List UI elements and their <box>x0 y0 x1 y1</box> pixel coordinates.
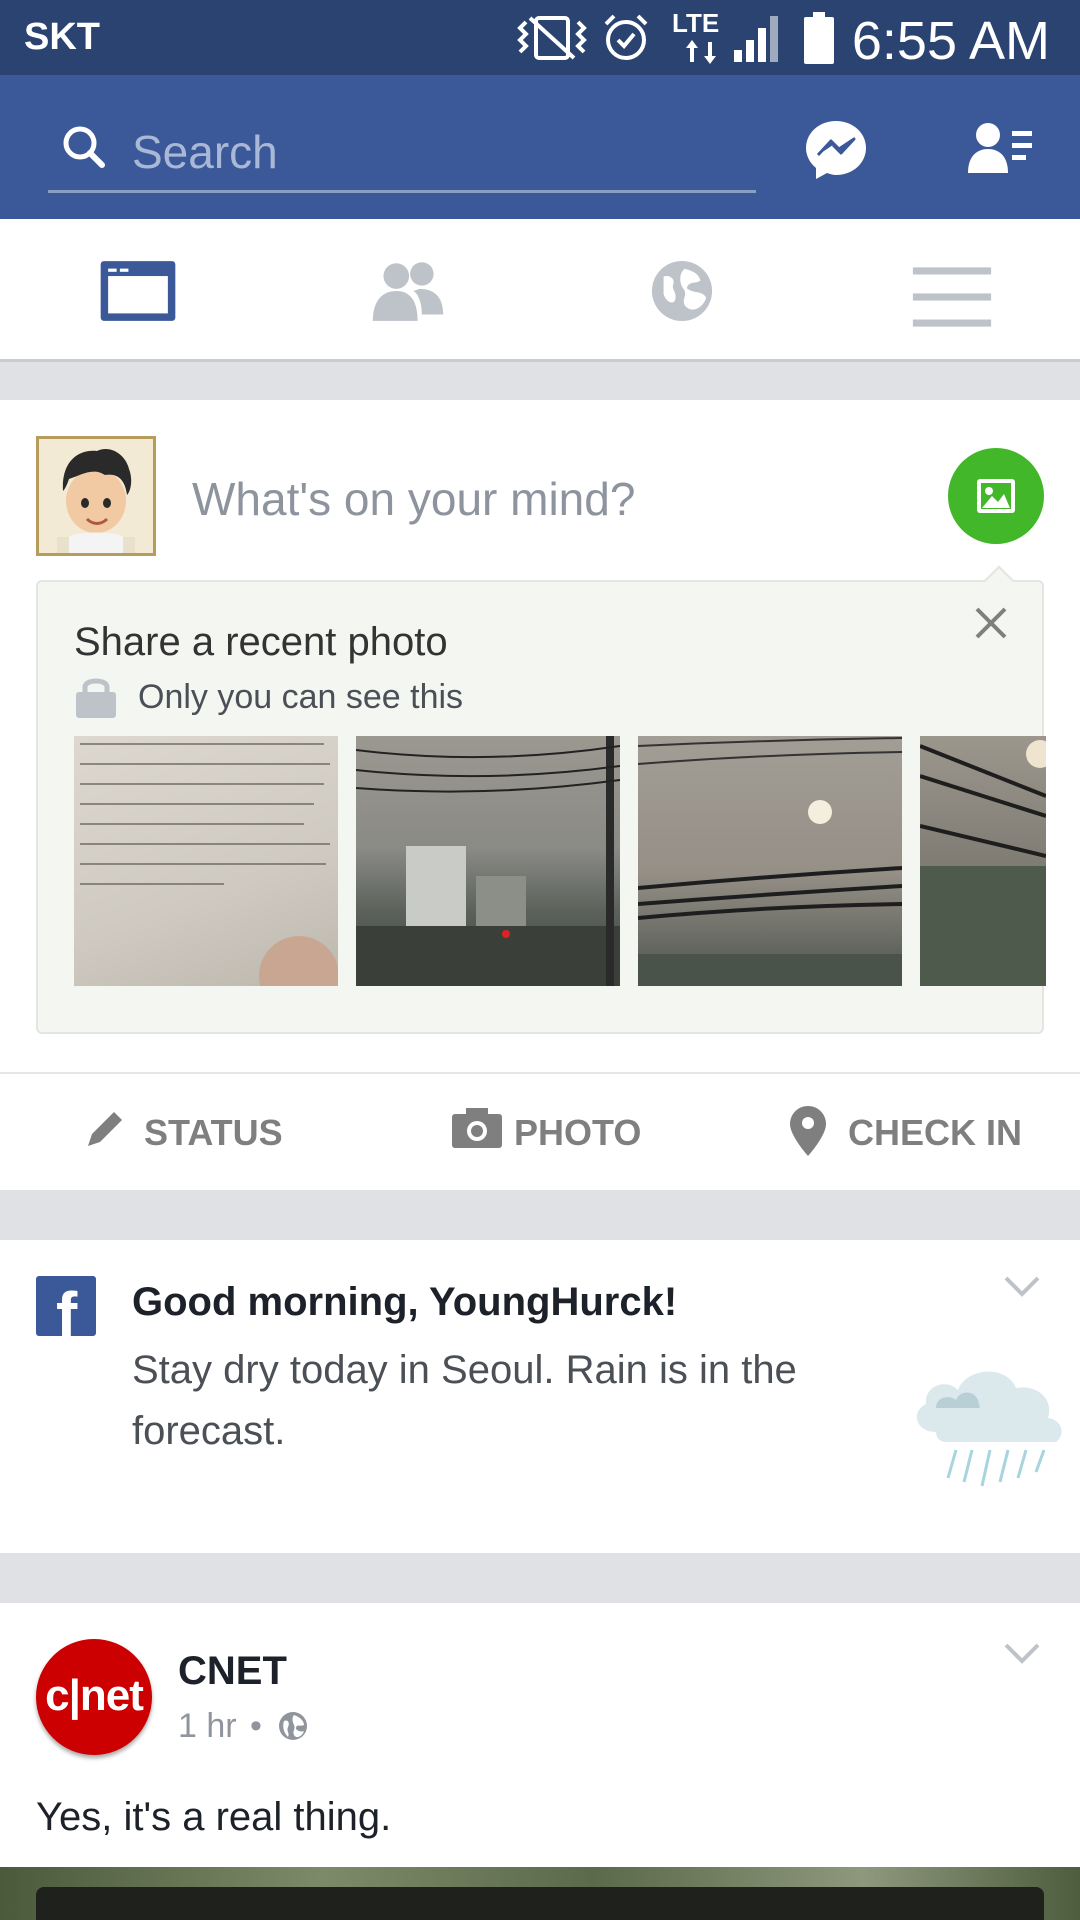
clock: 6:55 AM <box>851 11 1050 71</box>
privacy-label: Only you can see this <box>138 678 464 716</box>
image-icon <box>977 479 1015 513</box>
wires-photo <box>920 740 1046 986</box>
post-text: Yes, it's a real thing. <box>36 1795 392 1839</box>
composer-input[interactable]: What's on your mind? <box>192 472 635 526</box>
lock-icon <box>76 678 116 718</box>
tab-menu[interactable] <box>912 265 992 329</box>
close-icon[interactable] <box>974 606 1008 640</box>
avatar-cartoon-icon <box>39 439 153 553</box>
signal-icon <box>734 16 778 62</box>
tab-bar <box>0 219 1080 362</box>
facebook-logo-icon: f <box>36 1276 96 1336</box>
pencil-icon <box>88 1112 122 1146</box>
greeting-message: Stay dry today in Seoul. Rain is in the … <box>132 1348 797 1453</box>
share-recent-photo-panel: Share a recent photo Only you can see th… <box>36 565 1046 1034</box>
camera-icon <box>452 1108 502 1148</box>
post-author[interactable]: CNET <box>178 1649 287 1694</box>
battery-icon <box>804 12 834 64</box>
book-page-photo <box>80 743 338 986</box>
tab-notifications[interactable] <box>642 259 722 323</box>
search-icon <box>63 126 105 168</box>
photo-thumbnail[interactable] <box>920 736 1046 986</box>
search-input[interactable]: Search <box>132 125 278 179</box>
post-image[interactable] <box>0 1867 1080 1920</box>
greeting-card: f Good morning, YoungHurck! Stay dry tod… <box>0 1240 1080 1553</box>
location-pin-icon <box>790 1106 826 1156</box>
data-arrows-icon <box>686 40 716 64</box>
carrier-label: SKT <box>24 16 100 58</box>
share-photo-title: Share a recent photo <box>74 620 448 664</box>
feed-post: c|net CNET 1 hr • Yes, it's a real thing… <box>0 1603 1080 1920</box>
street-photo <box>356 736 620 986</box>
globe-icon <box>279 1712 307 1740</box>
friend-requests-icon[interactable] <box>968 121 1032 175</box>
post-meta: 1 hr • <box>178 1707 307 1746</box>
tab-friends[interactable] <box>368 259 448 323</box>
post-image-content <box>36 1887 1044 1920</box>
photo-thumbnail[interactable] <box>74 736 338 986</box>
page-avatar[interactable]: c|net <box>36 1639 152 1755</box>
messenger-icon[interactable] <box>804 119 868 181</box>
check-in-label: CHECK IN <box>848 1112 1023 1153</box>
composer-actions: STATUS PHOTO CHECK IN <box>0 1072 1080 1190</box>
status-bar: SKT LTE 6:55 AM <box>0 0 1080 75</box>
rain-cloud-icon <box>916 1371 1062 1487</box>
photo-label: PHOTO <box>514 1112 642 1153</box>
status-label: STATUS <box>144 1112 283 1153</box>
add-photo-button[interactable] <box>948 448 1044 544</box>
panel-notch <box>983 565 1015 597</box>
photo-thumbnail[interactable] <box>356 736 620 986</box>
composer-card: What's on your mind? Share a recent phot… <box>0 400 1080 1072</box>
tab-news-feed[interactable] <box>98 259 178 323</box>
meta-separator: • <box>250 1707 262 1745</box>
alarm-icon <box>604 14 648 60</box>
photo-thumbnails <box>74 736 1046 986</box>
network-type: LTE <box>672 8 720 38</box>
photo-thumbnail[interactable] <box>638 736 902 986</box>
chevron-down-icon[interactable] <box>1004 1276 1040 1298</box>
greeting-headline: Good morning, YoungHurck! <box>132 1280 678 1324</box>
mute-vibrate-icon <box>517 16 587 60</box>
sunrise-wires-photo <box>638 737 902 986</box>
chevron-down-icon[interactable] <box>1004 1643 1040 1665</box>
avatar[interactable] <box>36 436 156 556</box>
search-bar[interactable]: Search <box>48 105 756 193</box>
post-time[interactable]: 1 hr <box>178 1707 237 1745</box>
top-app-bar: Search <box>0 75 1080 219</box>
